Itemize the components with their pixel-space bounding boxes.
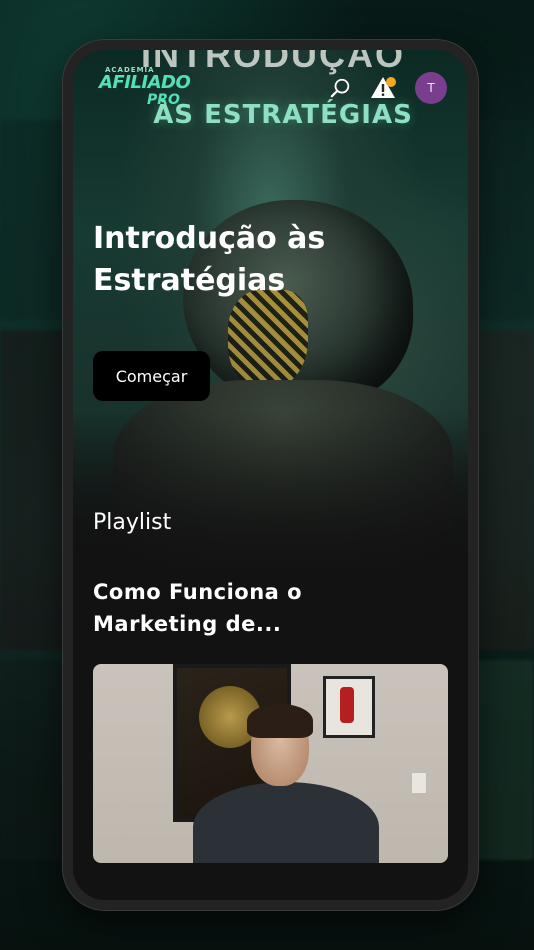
search-button[interactable] [327,74,355,102]
logo-sub-text: PRO [147,92,180,108]
wall-frame-image [323,676,375,738]
notification-badge [386,77,396,87]
app-logo[interactable]: ACADEMIA AFILIADO PRO [99,66,191,112]
light-switch-image [411,772,427,794]
astronaut-visor-illustration [228,290,308,390]
avatar[interactable]: T [415,72,447,104]
background-tile [0,120,70,320]
playlist-label: Playlist [93,510,172,535]
start-button[interactable]: Começar [93,351,210,401]
background-tile [0,660,70,860]
background-tile [470,120,534,320]
frame-artwork [340,687,354,723]
presenter-body-image [193,782,379,863]
phone-screen: INTRODUÇÃO ÀS ESTRATÉGIAS ACADEMIA AFILI… [73,50,468,900]
episode-thumbnail[interactable] [93,664,448,863]
background-tile [0,330,70,650]
phone-frame: INTRODUÇÃO ÀS ESTRATÉGIAS ACADEMIA AFILI… [63,40,478,910]
background-tile [470,330,534,650]
hero-artwork: INTRODUÇÃO ÀS ESTRATÉGIAS [73,50,468,590]
presenter-hair-image [247,704,313,738]
episode-title[interactable]: Como Funciona o Marketing de... [93,576,413,640]
search-icon [330,78,350,98]
logo-main-text: AFILIADO [99,72,191,93]
hero-heading: Introdução às Estratégias [93,221,326,298]
notifications-button[interactable] [367,72,399,104]
hero-gradient-fade [73,410,468,590]
background-tile [470,660,534,860]
